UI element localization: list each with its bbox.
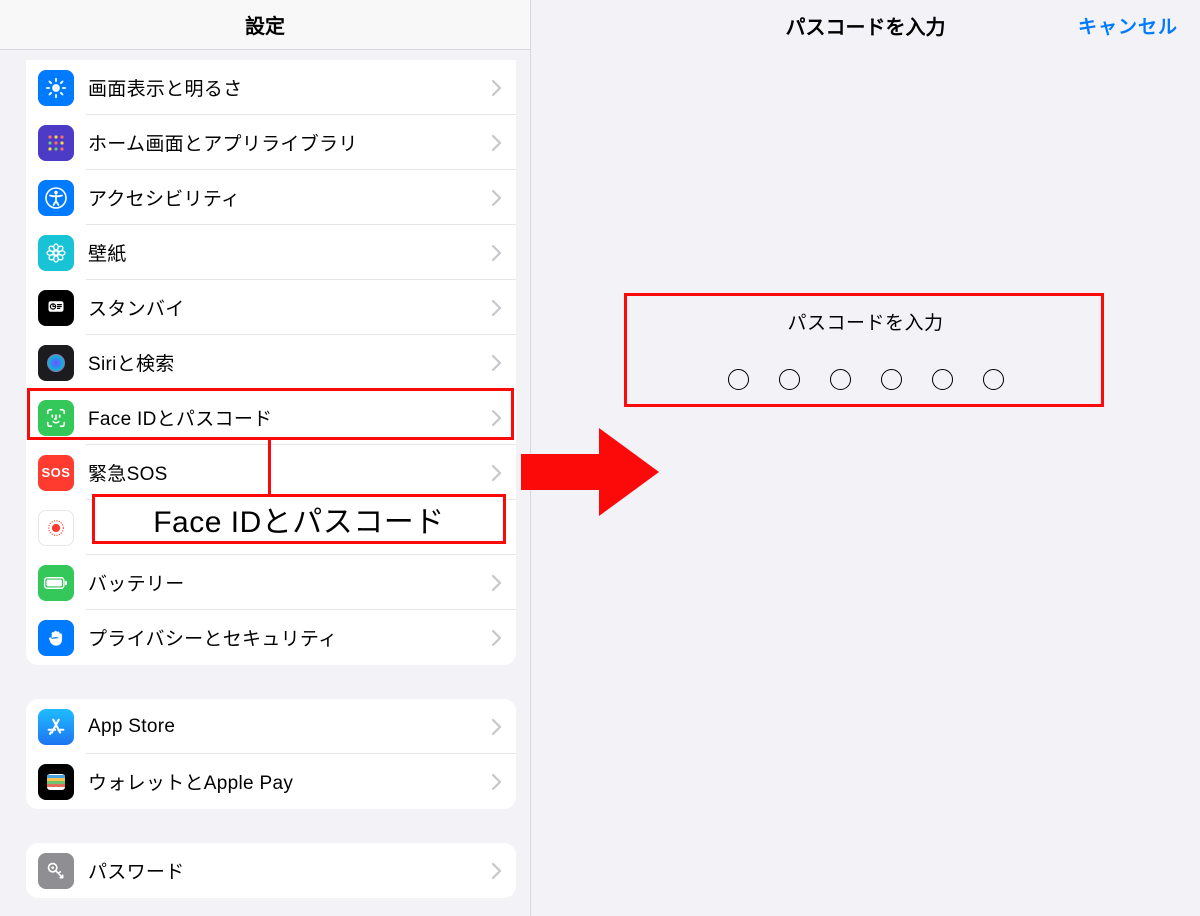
row-siri-label: Siriと検索 [88, 349, 492, 376]
passcode-dot [728, 369, 749, 390]
passcode-title: パスコードを入力 [786, 11, 946, 40]
row-appstore-label: App Store [88, 716, 492, 738]
cancel-button[interactable]: キャンセル [1078, 0, 1178, 50]
row-privacy-label: プライバシーとセキュリティ [88, 624, 492, 651]
siri-icon [38, 345, 74, 381]
row-wallpaper-label: 壁紙 [88, 239, 492, 266]
passcode-dot [881, 369, 902, 390]
annotation-connector [268, 440, 271, 496]
row-display[interactable]: 画面表示と明るさ [26, 60, 516, 115]
chevron-right-icon [492, 863, 502, 879]
chevron-right-icon [492, 355, 502, 371]
chevron-right-icon [492, 719, 502, 735]
row-sos[interactable]: SOS 緊急SOS [26, 445, 516, 500]
appstore-icon [38, 709, 74, 745]
settings-title: 設定 [0, 0, 530, 50]
passcode-dot [830, 369, 851, 390]
row-accessibility-label: アクセシビリティ [88, 184, 492, 211]
row-wallet-label: ウォレットとApple Pay [88, 768, 492, 795]
row-wallpaper[interactable]: 壁紙 [26, 225, 516, 280]
annotation-callout-text: Face IDとパスコード [153, 497, 445, 541]
chevron-right-icon [492, 190, 502, 206]
passcode-entry: パスコードを入力 [728, 308, 1004, 390]
row-wallet[interactable]: ウォレットとApple Pay [26, 754, 516, 809]
key-icon [38, 853, 74, 889]
chevron-right-icon [492, 774, 502, 790]
row-siri[interactable]: Siriと検索 [26, 335, 516, 390]
chevron-right-icon [492, 80, 502, 96]
row-accessibility[interactable]: アクセシビリティ [26, 170, 516, 225]
row-battery[interactable]: バッテリー [26, 555, 516, 610]
chevron-right-icon [492, 465, 502, 481]
passcode-dot [932, 369, 953, 390]
flower-icon [38, 235, 74, 271]
annotation-callout: Face IDとパスコード [92, 494, 506, 544]
row-privacy[interactable]: プライバシーとセキュリティ [26, 610, 516, 665]
row-standby-label: スタンバイ [88, 294, 492, 321]
row-battery-label: バッテリー [88, 569, 492, 596]
row-faceid[interactable]: Face IDとパスコード [26, 390, 516, 445]
appgrid-icon [38, 125, 74, 161]
passcode-prompt: パスコードを入力 [728, 308, 1004, 335]
chevron-right-icon [492, 630, 502, 646]
chevron-right-icon [492, 245, 502, 261]
row-home-label: ホーム画面とアプリライブラリ [88, 129, 492, 156]
row-faceid-label: Face IDとパスコード [88, 404, 492, 431]
chevron-right-icon [492, 575, 502, 591]
row-passwords[interactable]: パスワード [26, 843, 516, 898]
row-passwords-label: パスワード [88, 857, 492, 884]
brightness-icon [38, 70, 74, 106]
row-sos-label: 緊急SOS [88, 459, 492, 486]
standby-icon [38, 290, 74, 326]
faceid-icon [38, 400, 74, 436]
row-display-label: 画面表示と明るさ [88, 74, 492, 101]
chevron-right-icon [492, 135, 502, 151]
chevron-right-icon [492, 300, 502, 316]
settings-pane: 設定 画面表示と明るさ ホーム画面 [0, 0, 530, 916]
screentime-icon [38, 510, 74, 546]
settings-group-passwords: パスワード [26, 843, 516, 898]
passcode-dots[interactable] [728, 369, 1004, 390]
settings-group-general: 画面表示と明るさ ホーム画面とアプリライブラリ [26, 60, 516, 665]
battery-icon [38, 565, 74, 601]
hand-icon [38, 620, 74, 656]
annotation-arrow-icon [521, 424, 663, 520]
row-appstore[interactable]: App Store [26, 699, 516, 754]
settings-group-store: App Store ウォレットとApple Pay [26, 699, 516, 809]
wallet-icon [38, 764, 74, 800]
accessibility-icon [38, 180, 74, 216]
passcode-dot [779, 369, 800, 390]
row-standby[interactable]: スタンバイ [26, 280, 516, 335]
settings-title-text: 設定 [245, 10, 285, 39]
passcode-dot [983, 369, 1004, 390]
chevron-right-icon [492, 410, 502, 426]
passcode-header: パスコードを入力 キャンセル [531, 0, 1200, 50]
settings-scroll[interactable]: 画面表示と明るさ ホーム画面とアプリライブラリ [0, 50, 530, 916]
sos-icon: SOS [38, 455, 74, 491]
row-home[interactable]: ホーム画面とアプリライブラリ [26, 115, 516, 170]
